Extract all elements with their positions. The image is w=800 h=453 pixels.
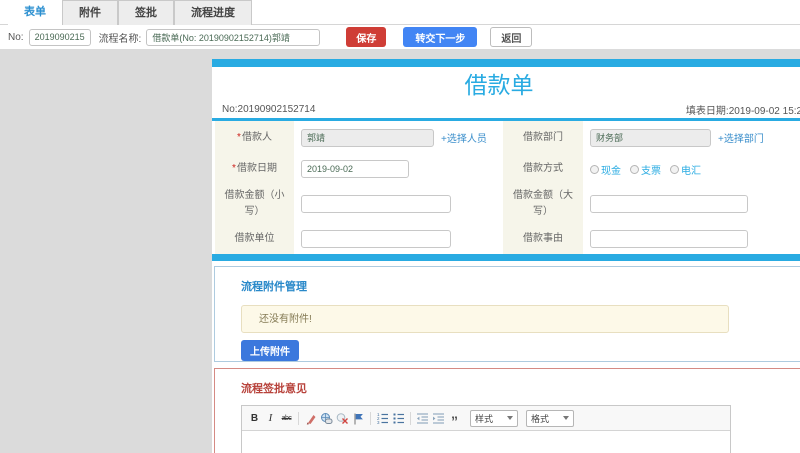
loan-form-grid: *借款人 +选择人员 借款部门 +选择部门 *借款日期 借款方式 现金 xyxy=(215,121,800,254)
no-label: No: xyxy=(8,31,24,43)
forward-next-step-button[interactable]: 转交下一步 xyxy=(403,27,478,47)
attachments-title: 流程附件管理 xyxy=(241,281,307,293)
amount-big-field xyxy=(583,184,800,223)
tab-form[interactable]: 表单 xyxy=(8,0,62,25)
panel-top-bar xyxy=(212,59,800,67)
department-field: +选择部门 xyxy=(583,121,800,154)
department-input[interactable] xyxy=(590,128,711,147)
approval-comments-section: 流程签批意见 B I abc 1 2 3 ” 样式 格式 xyxy=(214,368,800,453)
radio-wire[interactable]: 电汇 xyxy=(670,162,701,177)
required-mark: * xyxy=(237,131,241,143)
strikethrough-icon[interactable]: abc xyxy=(279,411,294,426)
loan-unit-field xyxy=(294,223,503,254)
svg-text:3: 3 xyxy=(377,420,380,425)
borrower-input[interactable] xyxy=(301,128,434,147)
approval-comments-title: 流程签批意见 xyxy=(241,383,307,395)
loan-reason-label: 借款事由 xyxy=(503,223,583,254)
loan-date-input[interactable] xyxy=(301,160,409,178)
tab-bar: 表单 附件 签批 流程进度 xyxy=(0,0,800,25)
chevron-down-icon xyxy=(563,416,569,420)
link-icon[interactable] xyxy=(319,411,334,426)
numbered-list-icon[interactable]: 123 xyxy=(375,411,390,426)
borrower-label: *借款人 xyxy=(215,121,294,154)
radio-icon[interactable] xyxy=(670,164,679,174)
required-mark: * xyxy=(232,163,236,174)
radio-icon[interactable] xyxy=(590,164,599,174)
toolbar-separator xyxy=(410,411,411,425)
document-meta: No:20190902152714 填表日期:2019-09-02 15:27:… xyxy=(212,100,800,118)
amount-small-field xyxy=(294,184,503,223)
radio-cheque[interactable]: 支票 xyxy=(630,162,661,177)
loan-reason-field xyxy=(583,223,800,254)
outdent-icon[interactable] xyxy=(415,411,430,426)
tab-attachment[interactable]: 附件 xyxy=(62,0,118,25)
select-person-link[interactable]: +选择人员 xyxy=(441,130,487,145)
tab-progress[interactable]: 流程进度 xyxy=(174,0,252,25)
action-bar: No: 流程名称: 保存 转交下一步 返回 xyxy=(0,25,800,49)
select-department-link[interactable]: +选择部门 xyxy=(718,130,764,145)
indent-icon[interactable] xyxy=(431,411,446,426)
back-button[interactable]: 返回 xyxy=(490,27,533,47)
unlink-icon[interactable] xyxy=(335,411,350,426)
anchor-flag-icon[interactable] xyxy=(351,411,366,426)
borrower-field: +选择人员 xyxy=(294,121,503,154)
loan-date-field xyxy=(294,154,503,184)
loan-date-label: *借款日期 xyxy=(215,154,294,184)
no-input[interactable] xyxy=(28,28,91,46)
styles-dropdown[interactable]: 样式 xyxy=(470,409,518,427)
process-name-input[interactable] xyxy=(146,28,321,46)
radio-cash[interactable]: 现金 xyxy=(590,162,621,177)
fill-date: 填表日期:2019-09-02 15:27:1 xyxy=(685,105,800,117)
loan-method-label: 借款方式 xyxy=(503,154,583,184)
attachments-section: 流程附件管理 还没有附件! 上传附件 xyxy=(214,266,800,362)
loan-unit-input[interactable] xyxy=(301,229,451,248)
blockquote-icon[interactable]: ” xyxy=(447,411,462,428)
process-name-label: 流程名称: xyxy=(98,33,142,45)
department-label: 借款部门 xyxy=(503,121,583,154)
no-attachments-alert: 还没有附件! xyxy=(241,305,729,333)
amount-big-input[interactable] xyxy=(590,194,748,213)
amount-small-label: 借款金额（小写） xyxy=(215,184,294,223)
format-dropdown[interactable]: 格式 xyxy=(526,409,574,427)
radio-icon[interactable] xyxy=(630,164,639,174)
copy-formatting-icon[interactable] xyxy=(303,411,318,426)
bulleted-list-icon[interactable] xyxy=(391,411,406,426)
editor-content-area[interactable] xyxy=(242,431,730,453)
chevron-down-icon xyxy=(507,416,513,420)
loan-reason-input[interactable] xyxy=(590,229,748,248)
toolbar-separator xyxy=(370,411,371,425)
rich-text-editor: B I abc 123 ” 样式 格式 xyxy=(241,405,731,453)
editor-toolbar: B I abc 123 ” 样式 格式 xyxy=(242,406,730,431)
toolbar-separator xyxy=(298,411,299,425)
upload-attachment-button[interactable]: 上传附件 xyxy=(241,340,299,361)
panel-bottom-bar xyxy=(212,254,800,261)
italic-icon[interactable]: I xyxy=(263,411,278,426)
form-panel: 借款单 No:20190902152714 填表日期:2019-09-02 15… xyxy=(212,59,800,453)
loan-method-field: 现金 支票 电汇 xyxy=(583,154,800,184)
amount-big-label: 借款金额（大写） xyxy=(503,184,583,223)
loan-method-radio-group: 现金 支票 电汇 xyxy=(590,162,701,177)
amount-small-input[interactable] xyxy=(301,194,451,213)
document-no: No:20190902152714 xyxy=(222,103,316,115)
save-button[interactable]: 保存 xyxy=(346,27,387,47)
document-title: 借款单 xyxy=(464,72,534,98)
loan-unit-label: 借款单位 xyxy=(215,223,294,254)
tab-approval[interactable]: 签批 xyxy=(118,0,174,25)
bold-icon[interactable]: B xyxy=(247,411,262,426)
